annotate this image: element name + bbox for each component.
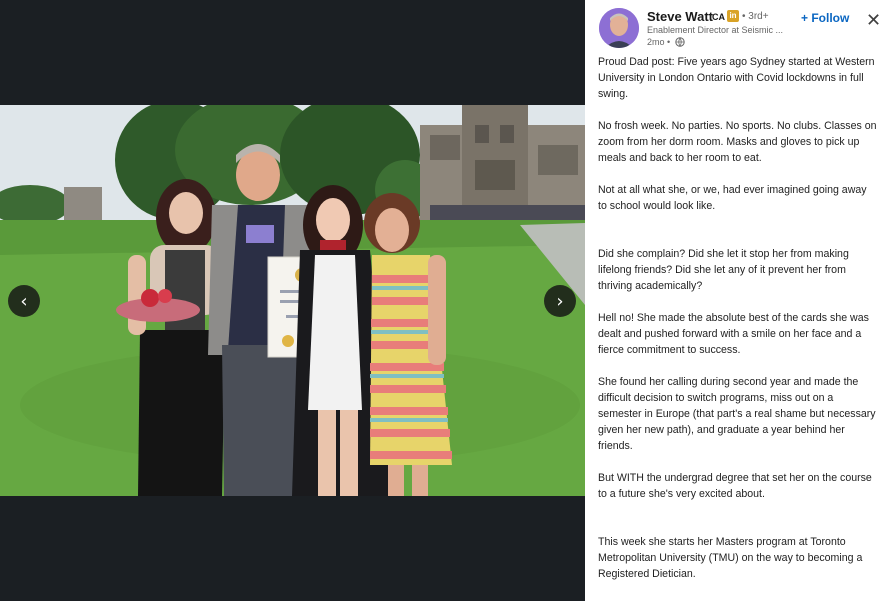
post-paragraph: But WITH the undergrad degree that set h… xyxy=(598,472,872,500)
globe-icon xyxy=(675,37,685,47)
post-timestamp: 2mo • xyxy=(647,37,671,47)
author-headline: Enablement Director at Seismic ... xyxy=(647,25,784,35)
author-credential: CA xyxy=(712,12,725,22)
post-paragraph: Hell no! She made the absolute best of t… xyxy=(598,312,869,356)
post-paragraph: Did she complain? Did she let it stop he… xyxy=(598,248,849,292)
previous-image-button[interactable]: ‹ xyxy=(8,285,40,317)
chevron-left-icon: ‹ xyxy=(20,290,28,312)
post-paragraph: Not at all what she, or we, had ever ima… xyxy=(598,184,867,212)
chevron-right-icon: › xyxy=(556,290,564,312)
author-name[interactable]: Steve Watt xyxy=(647,9,713,24)
post-paragraph: No frosh week. No parties. No sports. No… xyxy=(598,120,877,164)
post-header: Steve Watt CA in • 3rd+ Enablement Direc… xyxy=(585,0,885,52)
post-detail-panel: Steve Watt CA in • 3rd+ Enablement Direc… xyxy=(585,0,885,601)
follow-button[interactable]: + Follow xyxy=(801,11,849,25)
post-paragraph: This week she starts her Masters program… xyxy=(598,536,863,580)
post-paragraph: She found her calling during second year… xyxy=(598,376,876,452)
post-paragraph: Proud Dad post: Five years ago Sydney st… xyxy=(598,56,875,100)
post-photo xyxy=(0,105,585,496)
author-avatar[interactable] xyxy=(599,8,639,48)
post-text: Proud Dad post: Five years ago Sydney st… xyxy=(598,54,878,598)
close-icon[interactable]: ✕ xyxy=(866,12,881,30)
connection-degree: • 3rd+ xyxy=(742,11,769,22)
linkedin-premium-icon: in xyxy=(727,10,739,22)
next-image-button[interactable]: › xyxy=(544,285,576,317)
media-viewer: ‹ › xyxy=(0,0,585,601)
